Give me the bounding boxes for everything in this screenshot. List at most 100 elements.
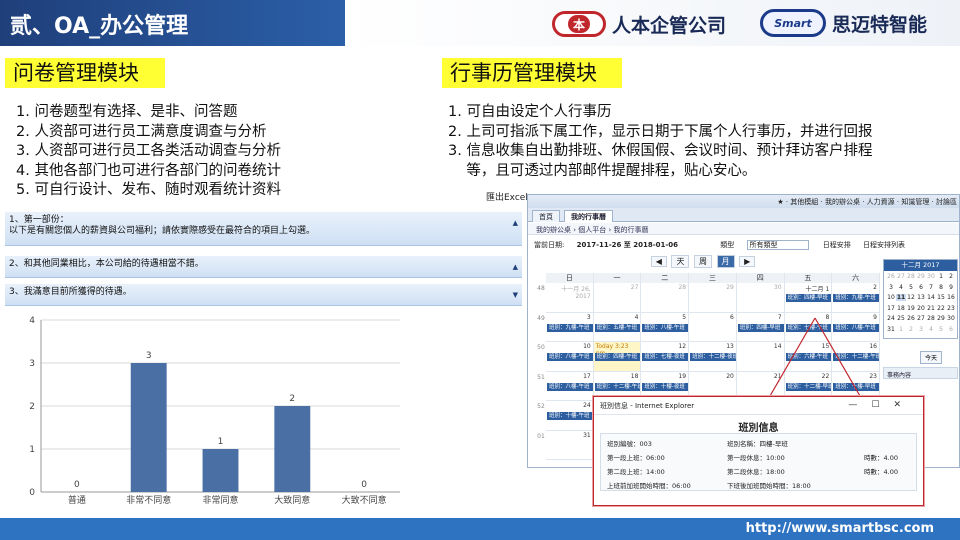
calendar-event[interactable]: 班別：七樓-午班 — [785, 323, 832, 332]
mini-day[interactable]: 12 — [906, 294, 916, 301]
mini-day[interactable]: 13 — [916, 294, 926, 301]
expand-down-icon[interactable]: ▼ — [513, 290, 518, 301]
mini-day[interactable]: 1 — [896, 326, 906, 333]
calendar-event[interactable]: 班別：五樓-午班 — [594, 323, 641, 332]
calendar-event[interactable]: 班別：九樓-午班 — [547, 323, 593, 332]
day-cell[interactable]: 31 — [546, 430, 594, 460]
tab-home[interactable]: 首頁 — [532, 210, 560, 222]
mini-day[interactable]: 24 — [886, 315, 896, 322]
calendar-event[interactable]: 班別：十二樓-午班 — [833, 353, 879, 361]
day-cell[interactable]: 27 — [593, 283, 642, 313]
overtime-after: 下班後加班開始時間：18:00 — [727, 482, 811, 490]
list-item: 5. 可自行设计、发布、随时观看统计资料 — [16, 182, 281, 198]
mini-day[interactable]: 8 — [936, 284, 946, 291]
mini-day[interactable]: 9 — [946, 284, 956, 291]
list-item: 4. 其他各部门也可进行各部门的问卷统计 — [16, 162, 281, 179]
date-range-text: 2017-11-26 至 2018-01-06 — [576, 241, 679, 249]
mini-day[interactable]: 1 — [936, 273, 946, 280]
calendar-event[interactable]: 班別：十樓-早班 — [833, 382, 879, 391]
mini-day[interactable]: 28 — [926, 315, 936, 322]
calendar-event[interactable]: 班別：四樓-午班 — [594, 353, 641, 361]
calendar-event[interactable]: 班別：十二樓-夜班 — [690, 353, 736, 361]
mini-day[interactable]: 5 — [906, 284, 916, 291]
window-controls-icon[interactable]: —☐✕ — [848, 400, 915, 410]
day-cell[interactable]: 14 — [736, 342, 785, 372]
schedule-button[interactable]: 日程安排 — [823, 241, 851, 249]
mini-day[interactable]: 30 — [946, 315, 956, 322]
view-month-button[interactable]: 月 — [716, 255, 735, 268]
day-cell[interactable]: 29 — [689, 283, 737, 313]
calendar-event[interactable]: 班別：七樓-夜班 — [642, 353, 689, 361]
survey-question-3[interactable]: 3、我滿意目前所獲得的待遇。 ▼ — [5, 284, 522, 306]
calendar-event[interactable]: 班別：八樓-午班 — [547, 353, 593, 361]
company1-logo: 本 人本企管公司 — [552, 10, 726, 38]
calendar-event[interactable]: 班別：四樓-早班 — [785, 294, 832, 302]
calendar-event[interactable]: 班別：十二樓-早班 — [785, 382, 832, 391]
calendar-event[interactable]: 班別：八樓-午班 — [642, 323, 689, 332]
mini-day[interactable]: 29 — [936, 315, 946, 322]
mini-day[interactable]: 4 — [926, 326, 936, 333]
mini-day[interactable]: 14 — [926, 294, 936, 301]
mini-day[interactable]: 25 — [896, 315, 906, 322]
tab-my-calendar[interactable]: 我的行事曆 — [564, 210, 613, 222]
mini-day[interactable]: 6 — [946, 326, 956, 333]
bar — [202, 449, 239, 492]
calendar-event[interactable]: 班別：九樓-午班 — [833, 294, 879, 302]
mini-day[interactable]: 21 — [926, 305, 936, 312]
type-select[interactable]: 所有類型 — [746, 240, 809, 250]
mini-day[interactable]: 29 — [916, 273, 926, 280]
mini-day[interactable]: 18 — [896, 305, 906, 312]
collapse-up-icon[interactable]: ▲ — [513, 262, 518, 273]
mini-day[interactable]: 23 — [946, 305, 956, 312]
calendar-event[interactable]: 班別：十二樓-午班 — [594, 382, 641, 391]
view-day-button[interactable]: 天 — [671, 255, 690, 268]
mini-day[interactable]: 5 — [936, 326, 946, 333]
mini-day[interactable]: 7 — [926, 284, 936, 291]
calendar-event[interactable]: 班別：六樓-午班 — [785, 353, 832, 361]
mini-day[interactable]: 10 — [886, 294, 896, 301]
mini-day[interactable]: 16 — [946, 294, 956, 301]
today-button[interactable]: 今天 — [920, 351, 943, 364]
mini-day[interactable]: 17 — [886, 305, 896, 312]
week-number: 51 — [537, 373, 545, 381]
mini-day[interactable]: 3 — [916, 326, 926, 333]
mini-day[interactable]: 22 — [936, 305, 946, 312]
collapse-up-icon[interactable]: ▲ — [513, 218, 518, 229]
footer-url[interactable]: http://www.smartbsc.com — [746, 521, 934, 536]
mini-day[interactable]: 27 — [916, 315, 926, 322]
day-cell[interactable]: 6 — [689, 312, 737, 342]
mini-day[interactable]: 2 — [946, 273, 956, 280]
mini-day[interactable]: 26 — [886, 273, 896, 280]
mini-calendar-title[interactable]: 十二月 2017 — [884, 260, 957, 271]
calendar-event[interactable]: 班別：十樓-午班 — [547, 412, 593, 420]
mini-day[interactable]: 3 — [886, 284, 896, 291]
mini-day[interactable]: 11 — [896, 294, 906, 301]
mini-day[interactable]: 6 — [916, 284, 926, 291]
survey-question-1[interactable]: 1、第一部份： 以下是有關您個人的薪資與公司福利；請依實際感受在最符合的項目上勾… — [5, 212, 522, 246]
survey-question-2[interactable]: 2、和其他同業相比，本公司給的待遇相當不錯。 ▲ — [5, 256, 522, 278]
module-toolbar[interactable]: ★ · 其他模組 · 我的辦公桌 · 人力資源 · 知識管理 · 討論區 — [528, 195, 959, 208]
calendar-event[interactable]: 班別：四樓-早班 — [737, 323, 784, 332]
mini-day[interactable]: 15 — [936, 294, 946, 301]
prev-icon[interactable]: ◀ — [650, 256, 667, 267]
next-icon[interactable]: ▶ — [739, 256, 756, 267]
mini-day[interactable]: 30 — [926, 273, 936, 280]
view-week-button[interactable]: 周 — [694, 255, 712, 268]
day-cell[interactable]: 十一月 26, 2017 — [546, 283, 594, 313]
mini-day[interactable]: 19 — [906, 305, 916, 312]
export-excel-link[interactable]: 匯出Excel — [486, 190, 528, 203]
schedule-list-button[interactable]: 日程安排列表 — [863, 241, 905, 249]
mini-day[interactable]: 2 — [906, 326, 916, 333]
mini-day[interactable]: 26 — [906, 315, 916, 322]
list-item: 2. 人资部可进行员工满意度调查与分析 — [16, 123, 267, 140]
mini-day[interactable]: 20 — [916, 305, 926, 312]
mini-day[interactable]: 31 — [886, 326, 896, 333]
day-cell[interactable]: 28 — [641, 283, 690, 313]
calendar-event[interactable]: 班別：八樓-午班 — [833, 323, 879, 332]
mini-day[interactable]: 28 — [906, 273, 916, 280]
calendar-event[interactable]: 班別：十樓-夜班 — [642, 382, 689, 391]
calendar-event[interactable]: 班別：八樓-午班 — [547, 382, 593, 391]
mini-day[interactable]: 27 — [896, 273, 906, 280]
mini-day[interactable]: 4 — [896, 284, 906, 291]
day-cell[interactable]: 30 — [736, 283, 785, 313]
